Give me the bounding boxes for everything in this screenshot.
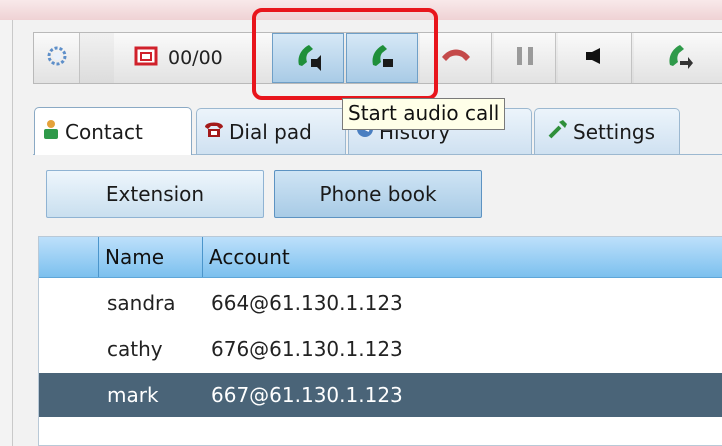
hangup-icon <box>440 45 472 71</box>
transfer-button[interactable] <box>634 33 722 83</box>
tab-contact-label: Contact <box>65 119 143 144</box>
tab-dial-pad-label: Dial pad <box>229 119 312 144</box>
hang-up-button[interactable] <box>420 33 492 83</box>
phone-book-button[interactable]: Phone book <box>274 170 482 218</box>
header-name[interactable]: Name <box>99 237 203 277</box>
tab-settings-label: Settings <box>573 119 656 144</box>
row-account: 667@61.130.1.123 <box>211 383 403 407</box>
phone-audio-icon <box>293 41 323 75</box>
contact-icon <box>41 118 61 145</box>
dialpad-icon <box>203 119 225 144</box>
phone-video-icon <box>367 41 397 75</box>
voicemail-icon <box>134 44 158 72</box>
row-name: sandra <box>107 291 176 315</box>
speaker-icon <box>584 46 606 70</box>
left-edge <box>0 20 12 446</box>
voicemail-counter[interactable]: 00/00 <box>114 33 284 83</box>
status-button[interactable] <box>34 33 80 83</box>
tab-settings[interactable]: Settings <box>534 108 680 154</box>
tab-dial-pad[interactable]: Dial pad <box>196 108 346 154</box>
call-toolbar: 00/00 <box>33 32 722 84</box>
contact-table: Name Account sandra 664@61.130.1.123 cat… <box>38 236 722 446</box>
hold-button[interactable] <box>494 33 556 83</box>
row-account: 664@61.130.1.123 <box>211 291 403 315</box>
extension-button-label: Extension <box>105 182 205 206</box>
header-account[interactable]: Account <box>203 237 722 277</box>
settings-icon <box>547 118 569 145</box>
row-account: 676@61.130.1.123 <box>211 337 403 361</box>
row-name: mark <box>107 383 159 407</box>
table-header: Name Account <box>39 237 722 278</box>
pause-icon <box>515 45 535 71</box>
table-row[interactable]: cathy 676@61.130.1.123 <box>39 327 722 371</box>
extension-button[interactable]: Extension <box>46 170 264 218</box>
row-name: cathy <box>107 337 163 361</box>
spinner-icon <box>45 44 69 72</box>
phone-transfer-icon <box>664 41 694 75</box>
header-name-label: Name <box>105 245 165 269</box>
table-row[interactable]: sandra 664@61.130.1.123 <box>39 281 722 325</box>
tooltip: Start audio call <box>342 98 506 130</box>
header-selector-column[interactable] <box>39 237 99 277</box>
start-audio-call-button[interactable] <box>272 33 344 83</box>
start-video-call-button[interactable] <box>346 33 418 83</box>
window-top-strip <box>0 0 722 20</box>
table-row-selected[interactable]: mark 667@61.130.1.123 <box>39 373 722 417</box>
header-account-label: Account <box>209 245 290 269</box>
mute-button[interactable] <box>558 33 632 83</box>
phone-book-button-label: Phone book <box>319 182 437 206</box>
tab-contact[interactable]: Contact <box>34 107 192 155</box>
counter-text: 00/00 <box>168 47 223 69</box>
